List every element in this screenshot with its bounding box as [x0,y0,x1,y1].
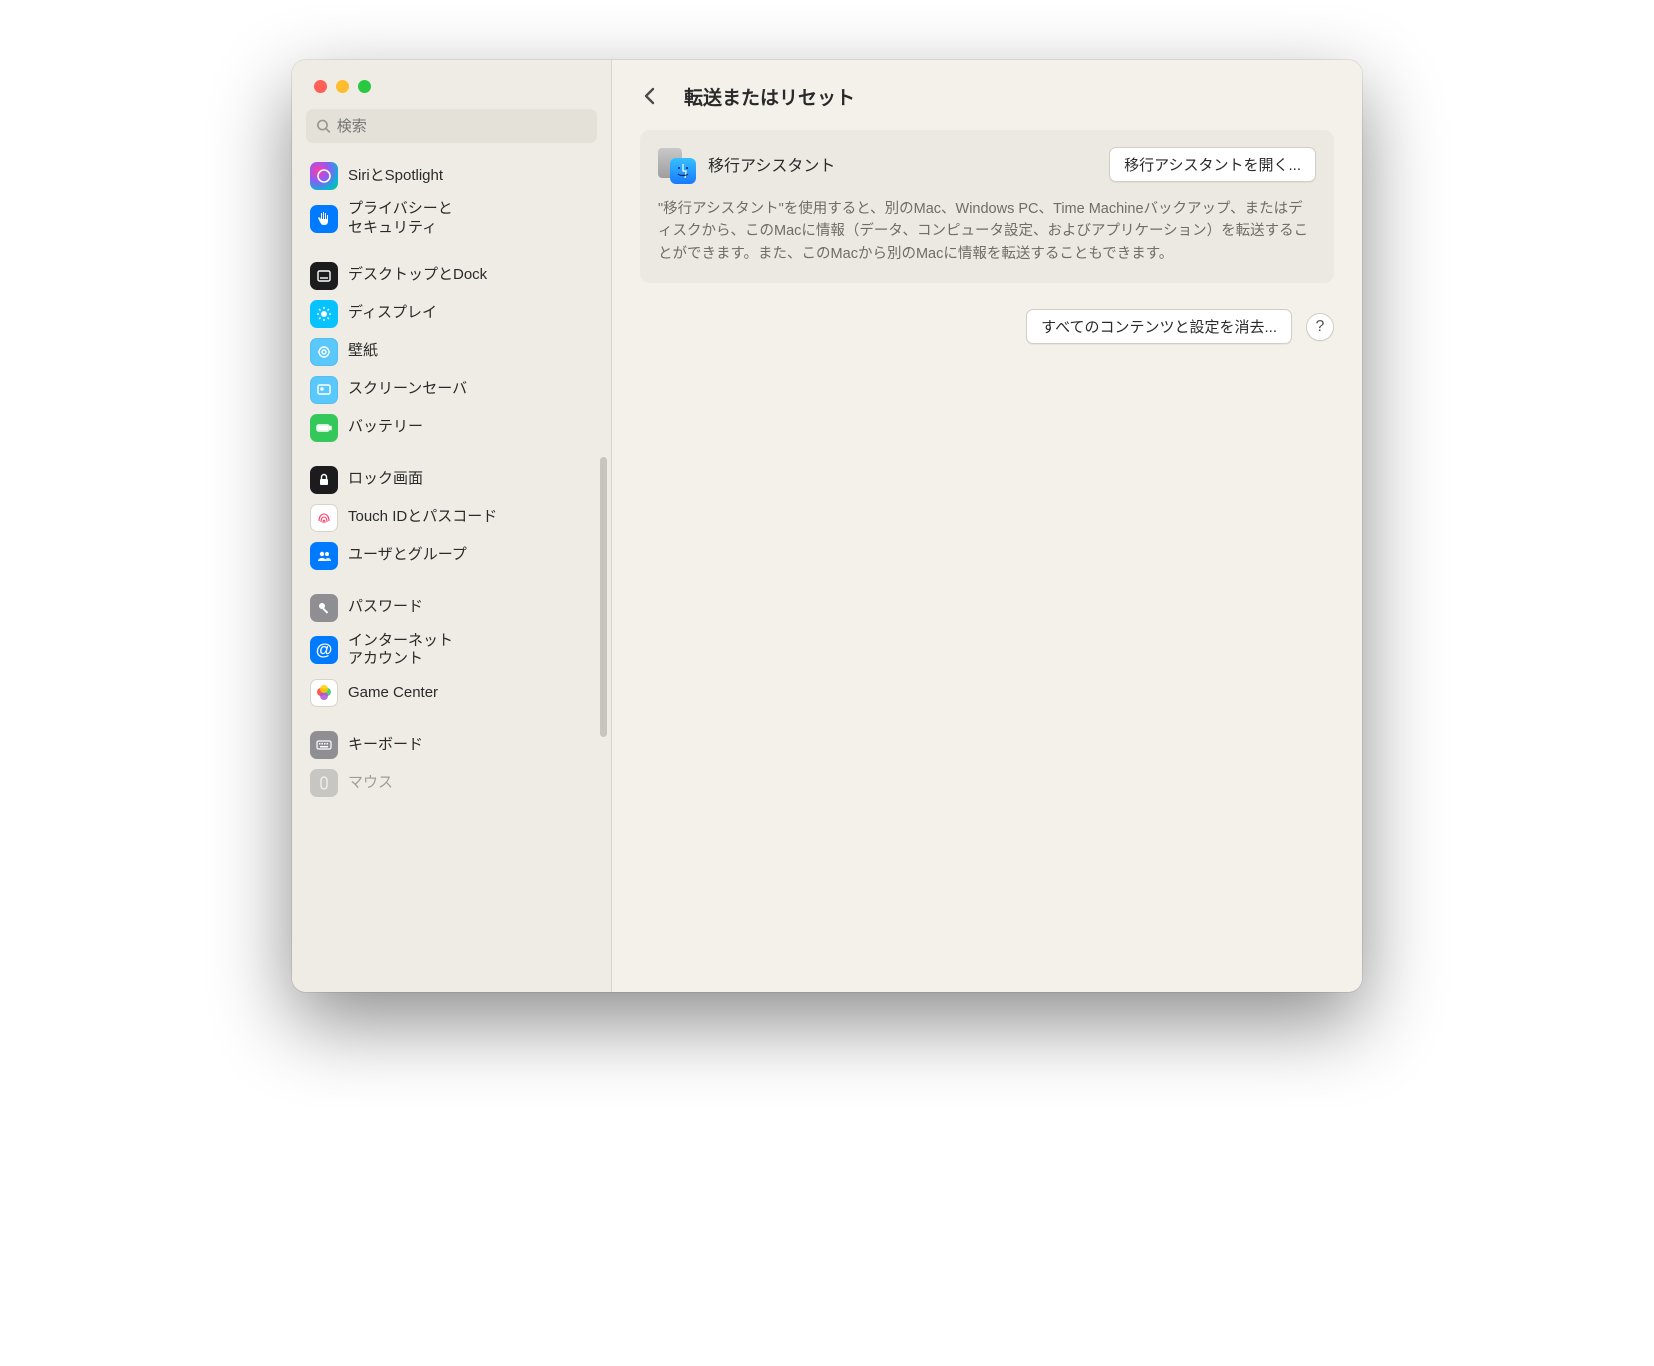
sidebar-nav: SiriとSpotlight プライバシーと セキュリティ デスクトップとDoc… [292,157,611,992]
fingerprint-icon [310,504,338,532]
sidebar-item-label: スクリーンセーバ [348,380,467,399]
wallpaper-icon [310,338,338,366]
sidebar-item-label: バッテリー [348,418,423,437]
open-migration-assistant-button[interactable]: 移行アシスタントを開く... [1109,147,1316,182]
sidebar-item-battery[interactable]: バッテリー [302,409,601,447]
page-header: 転送またはリセット [612,60,1362,130]
sidebar-item-passwords[interactable]: パスワード [302,589,601,627]
sidebar-item-touch-id[interactable]: Touch IDとパスコード [302,499,601,537]
sidebar-item-label: SiriとSpotlight [348,167,443,186]
key-icon [310,594,338,622]
display-icon [310,300,338,328]
at-icon: @ [310,636,338,664]
lock-icon [310,466,338,494]
sidebar-item-label: Game Center [348,684,438,703]
sidebar-item-privacy[interactable]: プライバシーと セキュリティ [302,195,601,243]
sidebar-item-mouse[interactable]: マウス [302,764,601,802]
migration-assistant-icon [658,146,694,182]
search-icon [316,118,331,134]
mouse-icon [310,769,338,797]
erase-all-content-button[interactable]: すべてのコンテンツと設定を消去... [1026,309,1292,344]
sidebar-item-label: 壁紙 [348,342,378,361]
settings-window: SiriとSpotlight プライバシーと セキュリティ デスクトップとDoc… [292,60,1362,992]
migration-assistant-card: 移行アシスタント 移行アシスタントを開く... "移行アシスタント"を使用すると… [640,130,1334,283]
sidebar-item-keyboard[interactable]: キーボード [302,726,601,764]
sidebar-item-game-center[interactable]: Game Center [302,674,601,712]
page-title: 転送またはリセット [684,83,855,110]
sidebar-item-wallpaper[interactable]: 壁紙 [302,333,601,371]
back-button[interactable] [636,82,664,110]
sidebar-item-internet-accounts[interactable]: @ インターネット アカウント [302,627,601,675]
sidebar-item-label: マウス [348,774,393,793]
search-field[interactable] [306,109,597,143]
sidebar-item-label: ディスプレイ [348,304,437,323]
main-pane: 転送またはリセット 移行アシスタント 移行アシスタントを開く... "移行アシス… [612,60,1362,992]
sidebar-item-label: ロック画面 [348,470,423,489]
sidebar-item-siri[interactable]: SiriとSpotlight [302,157,601,195]
sidebar-item-screensaver[interactable]: スクリーンセーバ [302,371,601,409]
migration-assistant-description: "移行アシスタント"を使用すると、別のMac、Windows PC、Time M… [658,198,1316,265]
sidebar-scrollbar[interactable] [600,457,607,737]
close-window-button[interactable] [314,80,327,93]
sidebar-item-label: キーボード [348,736,423,755]
sidebar-item-lock-screen[interactable]: ロック画面 [302,461,601,499]
keyboard-icon [310,731,338,759]
game-center-icon [310,679,338,707]
users-icon [310,542,338,570]
sidebar-item-label: パスワード [348,598,423,617]
dock-icon [310,262,338,290]
traffic-lights [292,60,611,107]
sidebar-item-displays[interactable]: ディスプレイ [302,295,601,333]
sidebar-item-desktop-dock[interactable]: デスクトップとDock [302,257,601,295]
sidebar: SiriとSpotlight プライバシーと セキュリティ デスクトップとDoc… [292,60,612,992]
sidebar-item-label: プライバシーと セキュリティ [348,200,453,238]
sidebar-item-users-groups[interactable]: ユーザとグループ [302,537,601,575]
search-input[interactable] [337,118,587,135]
zoom-window-button[interactable] [358,80,371,93]
siri-icon [310,162,338,190]
sidebar-item-label: デスクトップとDock [348,266,487,285]
battery-icon [310,414,338,442]
sidebar-item-label: インターネット アカウント [348,632,453,670]
migration-assistant-label: 移行アシスタント [708,152,835,176]
sidebar-item-label: Touch IDとパスコード [348,508,497,527]
sidebar-item-label: ユーザとグループ [348,546,467,565]
screensaver-icon [310,376,338,404]
minimize-window-button[interactable] [336,80,349,93]
hand-icon [310,205,338,233]
help-button[interactable]: ? [1306,313,1334,341]
